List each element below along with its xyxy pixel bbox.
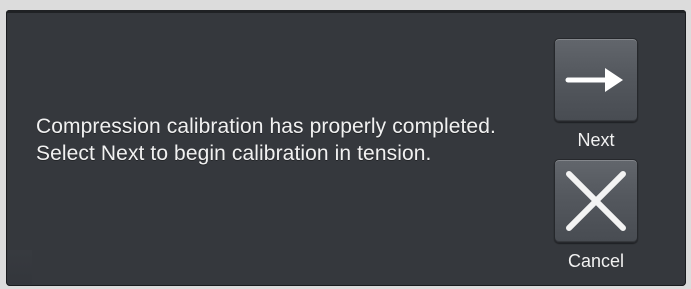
next-label: Next [577, 130, 615, 150]
close-icon [559, 164, 633, 238]
dialog-message: Compression calibration has properly com… [36, 115, 496, 165]
next-button[interactable] [554, 38, 638, 122]
calibration-dialog: Compression calibration has properly com… [6, 10, 686, 286]
cancel-label: Cancel [567, 251, 625, 271]
arrow-right-icon [564, 48, 628, 112]
cancel-button[interactable] [554, 159, 638, 243]
